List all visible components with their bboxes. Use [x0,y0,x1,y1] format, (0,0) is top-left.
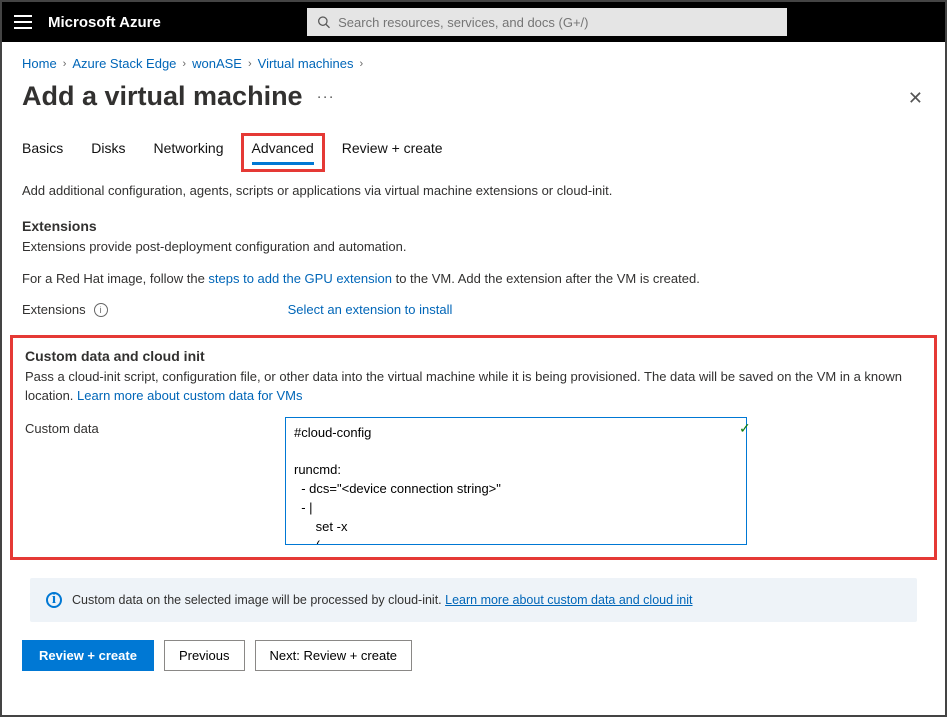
review-create-button[interactable]: Review + create [22,640,154,671]
extensions-label: Extensions [22,302,86,317]
tab-disks[interactable]: Disks [91,140,125,165]
brand-label: Microsoft Azure [48,14,161,31]
tab-advanced[interactable]: Advanced [252,140,314,165]
select-extension-link[interactable]: Select an extension to install [288,302,453,317]
chevron-right-icon: › [360,58,364,70]
custom-data-learn-link[interactable]: Learn more about custom data for VMs [77,388,302,403]
extensions-heading: Extensions [22,218,925,234]
breadcrumb-home[interactable]: Home [22,56,57,71]
breadcrumb: Home › Azure Stack Edge › wonASE › Virtu… [22,56,925,71]
info-icon: i [46,592,62,608]
next-button[interactable]: Next: Review + create [255,640,413,671]
info-icon[interactable]: i [94,303,108,317]
close-icon[interactable]: ✕ [908,88,923,109]
breadcrumb-wonase[interactable]: wonASE [192,56,242,71]
info-banner: i Custom data on the selected image will… [30,578,917,622]
custom-data-label: Custom data [25,417,273,436]
custom-data-section: Custom data and cloud init Pass a cloud-… [10,335,937,559]
chevron-right-icon: › [182,58,186,70]
chevron-right-icon: › [63,58,67,70]
previous-button[interactable]: Previous [164,640,245,671]
tab-networking[interactable]: Networking [153,140,223,165]
custom-data-textarea[interactable] [285,417,747,545]
gpu-extension-link[interactable]: steps to add the GPU extension [208,271,392,286]
chevron-right-icon: › [248,58,252,70]
custom-desc: Pass a cloud-init script, configuration … [25,368,922,404]
extensions-desc: Extensions provide post-deployment confi… [22,238,925,256]
banner-learn-link[interactable]: Learn more about custom data and cloud i… [445,593,692,607]
extensions-redhat: For a Red Hat image, follow the steps to… [22,270,925,288]
breadcrumb-stack-edge[interactable]: Azure Stack Edge [72,56,176,71]
tab-basics[interactable]: Basics [22,140,63,165]
menu-icon[interactable] [14,15,32,29]
search-input[interactable] [338,15,777,30]
intro-text: Add additional configuration, agents, sc… [22,183,925,198]
page-title: Add a virtual machine [22,81,303,112]
custom-heading: Custom data and cloud init [25,348,922,364]
breadcrumb-vms[interactable]: Virtual machines [258,56,354,71]
global-search[interactable] [307,8,787,36]
tab-review[interactable]: Review + create [342,140,443,165]
search-icon [317,15,330,29]
more-actions-icon[interactable]: ··· [317,88,335,105]
tab-bar: Basics Disks Networking Advanced Review … [22,140,925,165]
